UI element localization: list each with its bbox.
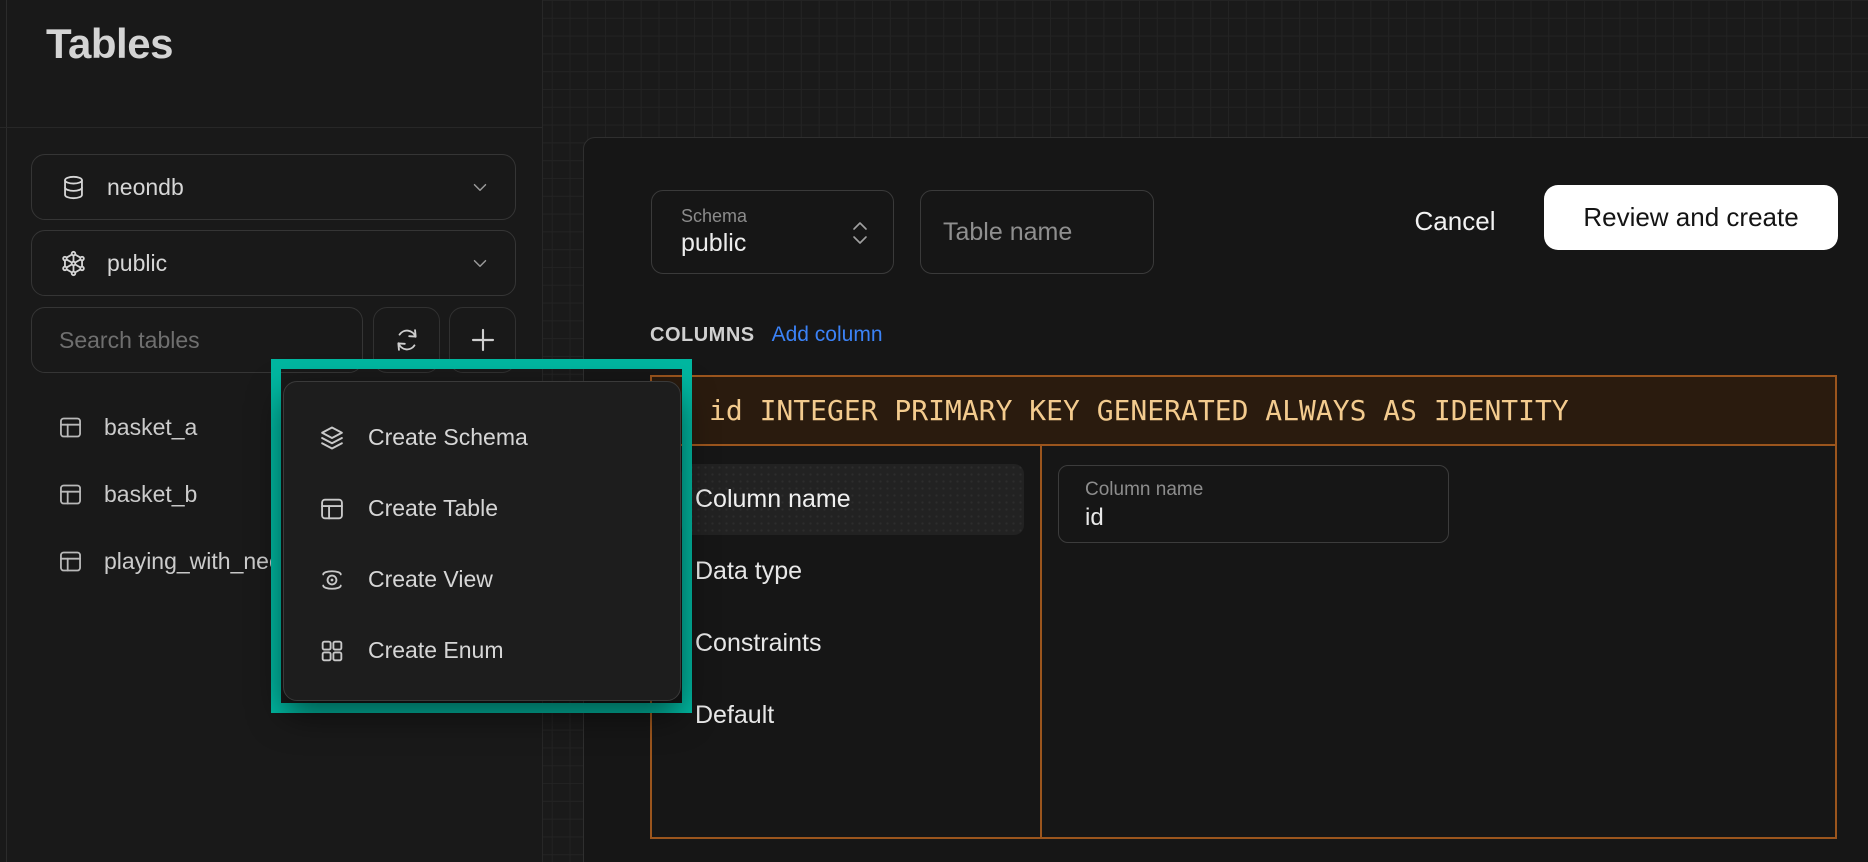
database-select-value: neondb bbox=[107, 174, 449, 201]
table-row-playing-with-neon[interactable]: playing_with_neon bbox=[57, 547, 273, 575]
schema-selector[interactable]: Schema public bbox=[651, 190, 894, 274]
table-icon bbox=[57, 414, 84, 441]
table-row-label: playing_with_neon bbox=[104, 548, 273, 575]
column-editor-panel: id INTEGER PRIMARY KEY GENERATED ALWAYS … bbox=[650, 375, 1837, 839]
table-icon bbox=[318, 495, 346, 523]
column-name-field: Column name bbox=[1058, 465, 1449, 543]
schema-icon bbox=[60, 250, 87, 277]
columns-title: COLUMNS bbox=[650, 324, 755, 347]
layers-icon bbox=[318, 424, 346, 452]
menu-item-label: Create Enum bbox=[368, 637, 504, 664]
table-icon bbox=[57, 548, 84, 575]
column-sql-preview: id INTEGER PRIMARY KEY GENERATED ALWAYS … bbox=[652, 377, 1835, 446]
table-icon bbox=[57, 481, 84, 508]
column-name-input[interactable] bbox=[1085, 504, 1415, 532]
table-name-input[interactable] bbox=[921, 191, 1153, 273]
search-tables-input[interactable] bbox=[32, 308, 362, 372]
schema-select-value: public bbox=[107, 250, 449, 277]
sidebar-divider bbox=[0, 127, 542, 128]
database-icon bbox=[60, 174, 87, 201]
chevron-down-icon bbox=[469, 252, 491, 274]
menu-item-label: Create Table bbox=[368, 495, 498, 522]
chevron-down-icon bbox=[469, 176, 491, 198]
table-row-basket-b[interactable]: basket_b bbox=[57, 480, 273, 508]
create-table-panel: Schema public Cancel Review and create C… bbox=[583, 137, 1868, 862]
schema-select[interactable]: public bbox=[31, 230, 516, 296]
menu-item-create-enum[interactable]: Create Enum bbox=[284, 615, 680, 686]
menu-item-create-view[interactable]: Create View bbox=[284, 544, 680, 615]
chevron-up-down-icon bbox=[849, 217, 871, 249]
column-editor-detail: Column name bbox=[1042, 446, 1835, 837]
table-row-basket-a[interactable]: basket_a bbox=[57, 413, 273, 441]
table-row-label: basket_b bbox=[104, 481, 197, 508]
tab-constraints[interactable]: Constraints bbox=[681, 608, 1024, 679]
create-dropdown-menu: Create Schema Create Table Create View bbox=[283, 381, 681, 701]
review-and-create-button[interactable]: Review and create bbox=[1544, 185, 1838, 250]
database-select[interactable]: neondb bbox=[31, 154, 516, 220]
refresh-button[interactable] bbox=[373, 307, 440, 373]
column-editor-tabs: Column name Data type Constraints Defaul… bbox=[652, 446, 1042, 837]
sidebar-edge-line bbox=[6, 0, 7, 862]
tab-column-name[interactable]: Column name bbox=[681, 464, 1024, 535]
search-tables-box bbox=[31, 307, 363, 373]
plus-icon bbox=[467, 324, 499, 356]
menu-item-create-schema[interactable]: Create Schema bbox=[284, 402, 680, 473]
cancel-button[interactable]: Cancel bbox=[1390, 196, 1520, 246]
grid-icon bbox=[318, 637, 346, 665]
add-new-button[interactable] bbox=[449, 307, 516, 373]
menu-item-create-table[interactable]: Create Table bbox=[284, 473, 680, 544]
column-name-field-label: Column name bbox=[1085, 479, 1448, 501]
tab-default[interactable]: Default bbox=[681, 680, 1024, 751]
table-row-label: basket_a bbox=[104, 414, 197, 441]
sidebar-title: Tables bbox=[46, 20, 173, 68]
menu-item-label: Create View bbox=[368, 566, 493, 593]
add-column-link[interactable]: Add column bbox=[772, 323, 883, 347]
refresh-icon bbox=[393, 326, 421, 354]
table-name-field bbox=[920, 190, 1154, 274]
columns-header: COLUMNS Add column bbox=[650, 323, 883, 347]
app-root: Schema public Cancel Review and create C… bbox=[0, 0, 1868, 862]
view-icon bbox=[318, 566, 346, 594]
column-editor-body: Column name Data type Constraints Defaul… bbox=[652, 446, 1835, 837]
menu-item-label: Create Schema bbox=[368, 424, 528, 451]
tab-data-type[interactable]: Data type bbox=[681, 536, 1024, 607]
